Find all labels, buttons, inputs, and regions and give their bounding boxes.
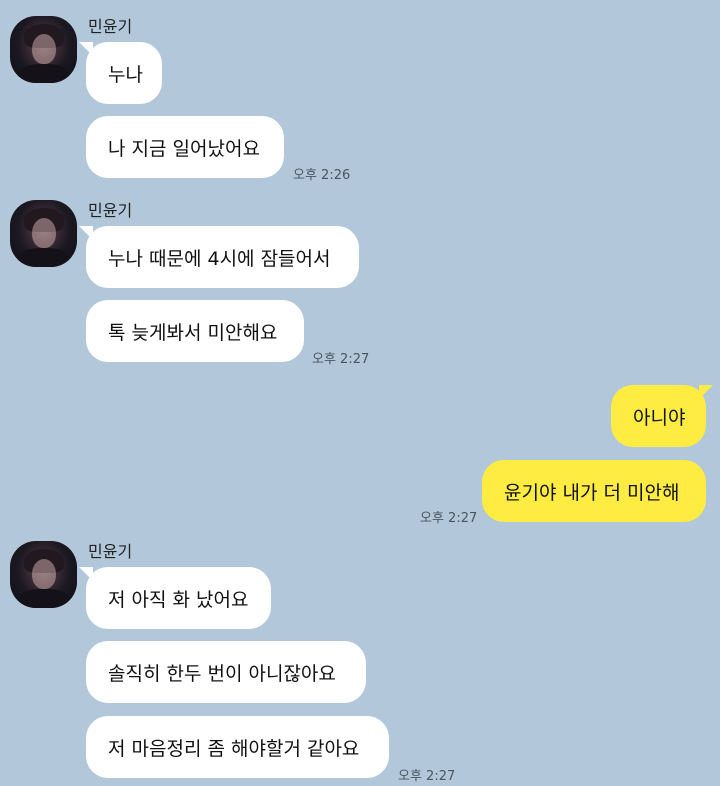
incoming-message-bubble[interactable]: 누나 bbox=[79, 42, 162, 104]
bubble-tail bbox=[699, 385, 713, 399]
message-text: 아니야 bbox=[633, 406, 686, 429]
bubble-tail bbox=[79, 226, 93, 240]
message-text: 저 마음정리 좀 해야할거 같아요 bbox=[108, 737, 360, 760]
message-timestamp: 오후 2:27 bbox=[398, 769, 456, 784]
message-text: 솔직히 한두 번이 아니잖아요 bbox=[108, 662, 336, 685]
contact-avatar[interactable] bbox=[10, 16, 77, 83]
chat-area[interactable]: 민윤기 누나 나 지금 일어났어요 오후 2:26 민윤기 누나 때문에 4시에… bbox=[0, 0, 720, 786]
message-timestamp: 오후 2:27 bbox=[312, 352, 370, 367]
bubble-tail bbox=[79, 567, 93, 581]
incoming-message-bubble[interactable]: 톡 늦게봐서 미안해요 bbox=[86, 300, 304, 362]
contact-avatar[interactable] bbox=[10, 541, 77, 608]
avatar-face bbox=[32, 559, 56, 589]
message-timestamp: 오후 2:26 bbox=[293, 168, 351, 183]
message-text: 나 지금 일어났어요 bbox=[108, 137, 260, 160]
incoming-message-bubble[interactable]: 누나 때문에 4시에 잠들어서 bbox=[79, 226, 359, 288]
outgoing-message-bubble[interactable]: 윤기야 내가 더 미안해 bbox=[482, 460, 706, 522]
avatar-body bbox=[18, 64, 70, 83]
contact-avatar[interactable] bbox=[10, 200, 77, 267]
message-text: 저 아직 화 났어요 bbox=[108, 588, 249, 611]
avatar-face bbox=[32, 218, 56, 248]
avatar-body bbox=[18, 589, 70, 608]
incoming-message-bubble[interactable]: 솔직히 한두 번이 아니잖아요 bbox=[86, 641, 366, 703]
avatar-body bbox=[18, 248, 70, 267]
message-text: 누나 bbox=[108, 63, 143, 86]
incoming-message-bubble[interactable]: 저 아직 화 났어요 bbox=[79, 567, 271, 629]
message-text: 누나 때문에 4시에 잠들어서 bbox=[108, 247, 331, 270]
incoming-message-bubble[interactable]: 저 마음정리 좀 해야할거 같아요 bbox=[86, 716, 389, 778]
outgoing-message-bubble[interactable]: 아니야 bbox=[611, 385, 713, 447]
message-timestamp: 오후 2:27 bbox=[420, 511, 478, 526]
bubble-tail bbox=[79, 42, 93, 56]
message-text: 윤기야 내가 더 미안해 bbox=[504, 481, 680, 504]
sender-name: 민윤기 bbox=[88, 17, 133, 36]
message-text: 톡 늦게봐서 미안해요 bbox=[108, 321, 278, 344]
avatar-face bbox=[32, 34, 56, 64]
sender-name: 민윤기 bbox=[88, 201, 133, 220]
sender-name: 민윤기 bbox=[88, 542, 133, 561]
incoming-message-bubble[interactable]: 나 지금 일어났어요 bbox=[86, 116, 284, 178]
